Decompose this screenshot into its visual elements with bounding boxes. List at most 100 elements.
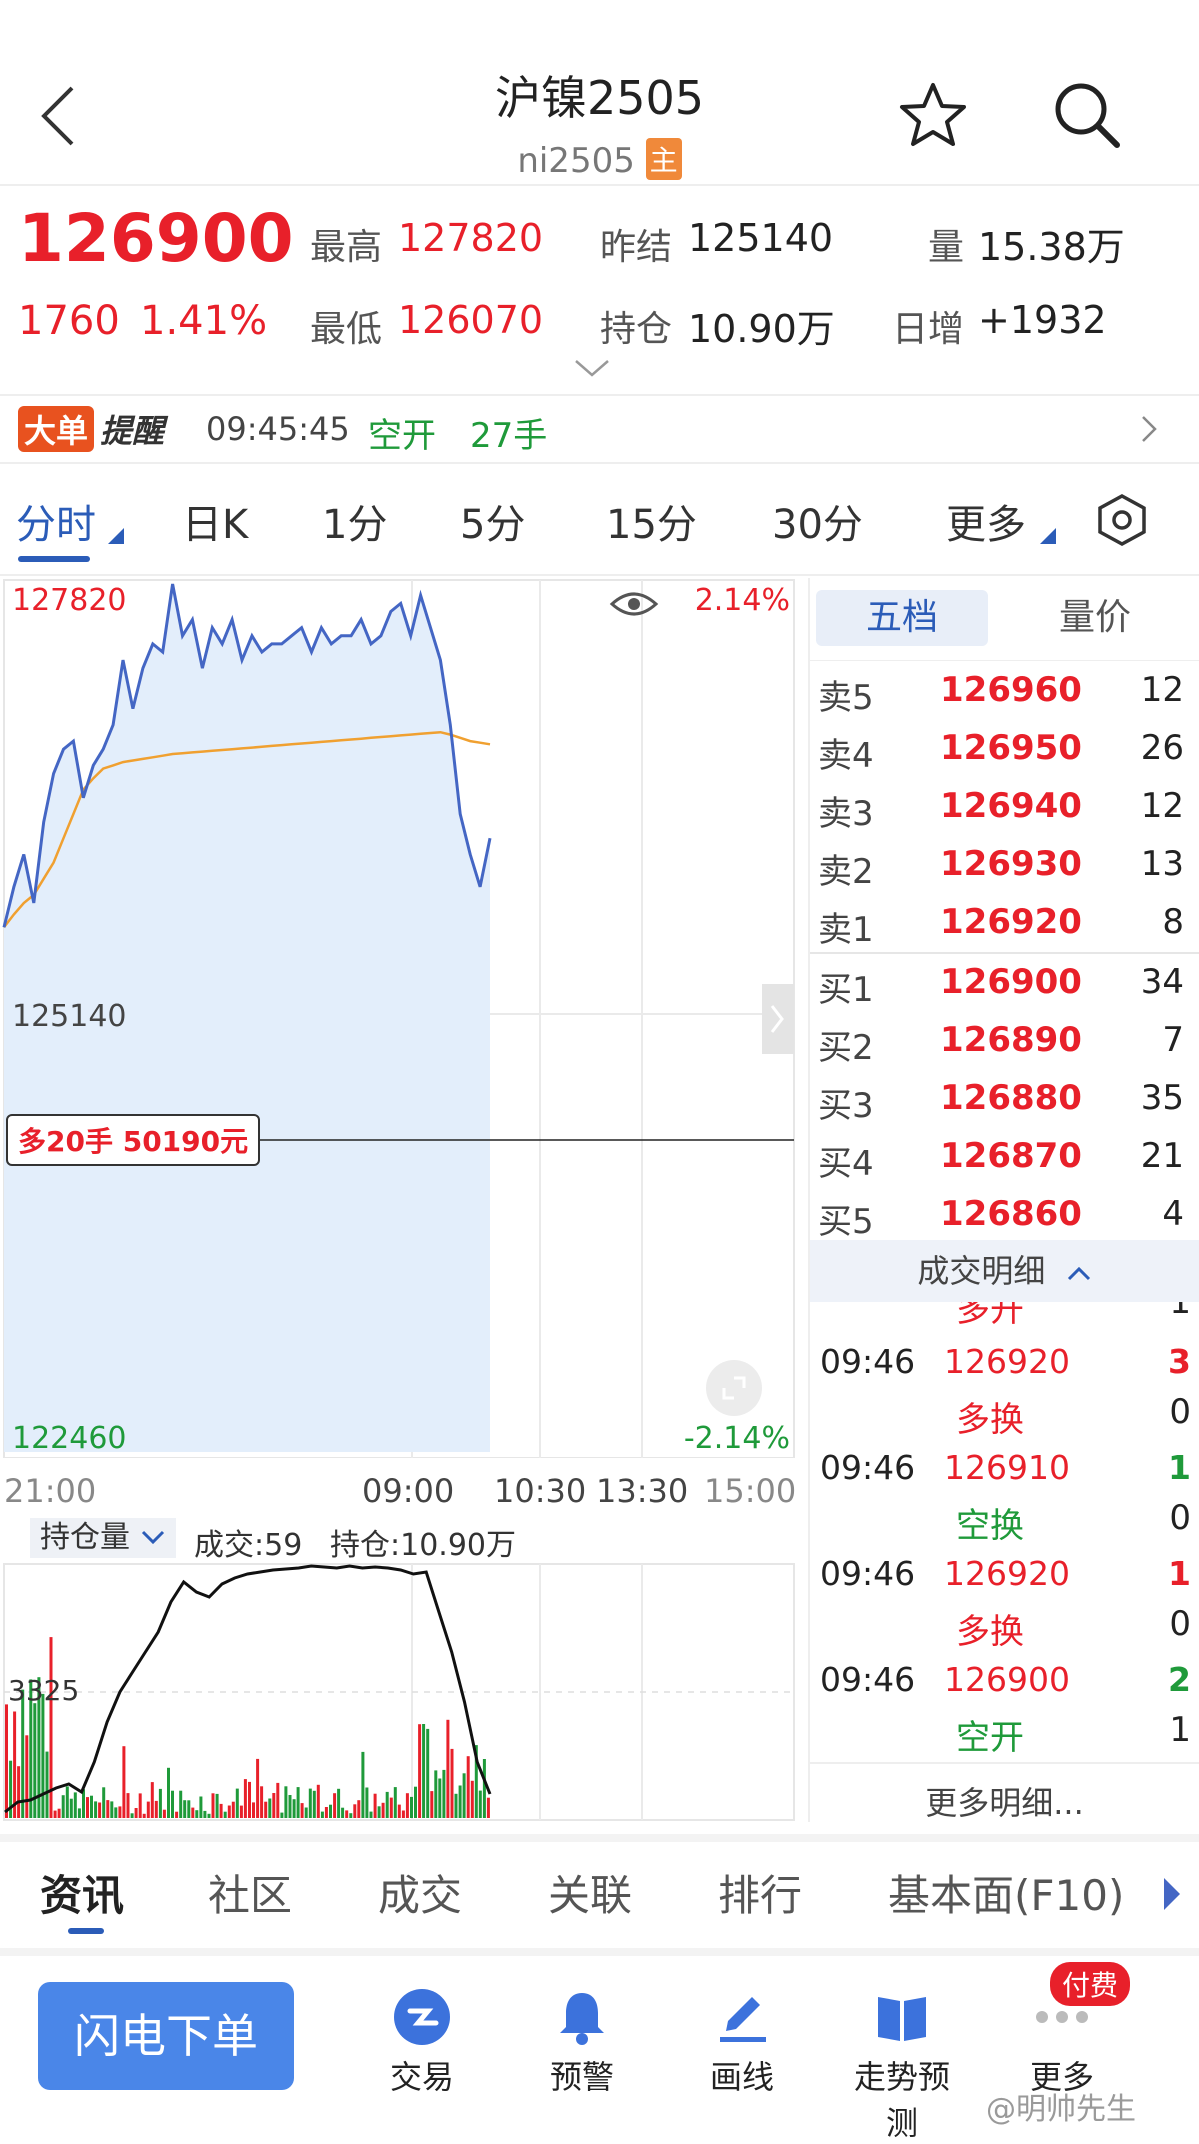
- sub-indicator-selector[interactable]: 持仓量: [30, 1518, 176, 1558]
- tab-news[interactable]: 资讯: [40, 1862, 124, 1923]
- ask-row[interactable]: 卖3 126940 12: [818, 778, 1184, 835]
- tab-fundamentals[interactable]: 基本面(F10): [888, 1862, 1124, 1923]
- volume-bar: [138, 1793, 142, 1818]
- bid-row[interactable]: 买5 126860 4: [818, 1186, 1184, 1243]
- scroll-right-icon[interactable]: [1162, 1876, 1182, 1912]
- fullscreen-icon[interactable]: [706, 1360, 762, 1416]
- volume-bar: [106, 1800, 110, 1818]
- side-expand-handle[interactable]: [762, 984, 794, 1054]
- trade-details-header[interactable]: 成交明细: [810, 1240, 1199, 1302]
- search-icon: [1055, 83, 1120, 148]
- toolbar-draw[interactable]: 画线: [682, 1982, 802, 2098]
- ask-row[interactable]: 卖2 126930 13: [818, 836, 1184, 893]
- volume-bar: [316, 1784, 320, 1818]
- main-contract-badge: 主: [645, 138, 682, 180]
- ask-row[interactable]: 卖4 126950 26: [818, 720, 1184, 777]
- trade-type: 空开: [956, 1718, 1024, 1758]
- contract-code-line: ni2505 主: [0, 138, 1199, 181]
- toolbar-trade[interactable]: 交易: [362, 1982, 482, 2098]
- volume-bar: [223, 1811, 227, 1818]
- volume-bar: [357, 1800, 361, 1818]
- tab-more[interactable]: 更多: [946, 492, 1026, 550]
- trade-change: 1: [1169, 1710, 1191, 1750]
- bid-row[interactable]: 买4 126870 21: [818, 1128, 1184, 1185]
- flash-order-button[interactable]: 闪电下单: [38, 1982, 294, 2090]
- tab-trades[interactable]: 成交: [378, 1862, 462, 1923]
- open-interest-label: 持仓: [600, 309, 673, 350]
- volume-bar: [414, 1786, 417, 1818]
- intraday-price-chart[interactable]: 127820 125140 122460 2.14% -2.14%: [0, 578, 800, 1458]
- bell-icon: [560, 1993, 604, 2045]
- volume-bar: [438, 1778, 442, 1818]
- orderbook-tab-volume-price[interactable]: 量价: [1000, 590, 1190, 646]
- tab-related[interactable]: 关联: [548, 1862, 632, 1923]
- volume-bar: [142, 1813, 146, 1818]
- volume-bar: [114, 1807, 118, 1818]
- tab-daily-k[interactable]: 日K: [182, 492, 248, 550]
- alert-time: 09:45:45: [206, 410, 350, 448]
- volume-bar: [308, 1788, 312, 1818]
- page-title: 沪镍2505: [494, 71, 705, 125]
- bid-row[interactable]: 买1 126900 34: [818, 954, 1184, 1011]
- volume-bar: [162, 1809, 166, 1818]
- favorite-button[interactable]: [898, 80, 968, 154]
- volume-bar: [272, 1793, 276, 1818]
- volume-bar: [187, 1800, 191, 1818]
- toolbar-label: 预警: [549, 2058, 614, 2096]
- volume-bar: [280, 1812, 284, 1818]
- volume-bar: [175, 1811, 179, 1818]
- tab-ranking[interactable]: 排行: [718, 1862, 802, 1923]
- search-button[interactable]: [1052, 80, 1122, 154]
- trade-list[interactable]: 多开 1 09:46 126920 3 多换 0 09:46 126910 1 …: [810, 1302, 1199, 1762]
- tab-1min[interactable]: 1分: [322, 492, 387, 550]
- toolbar-alert[interactable]: 预警: [522, 1982, 642, 2098]
- tab-30min[interactable]: 30分: [772, 492, 863, 550]
- active-tab-indicator: [68, 1928, 104, 1934]
- prev-settle-value: 125140: [688, 216, 834, 260]
- tab-community[interactable]: 社区: [208, 1862, 292, 1923]
- volume-bar: [276, 1782, 280, 1818]
- open-interest-chart[interactable]: 3325: [0, 1562, 800, 1822]
- volume-bar: [33, 1703, 37, 1818]
- tab-15min[interactable]: 15分: [606, 492, 697, 550]
- low-value: 126070: [398, 298, 544, 342]
- volume-bar: [345, 1810, 349, 1818]
- trade-price: 126920: [944, 1342, 1070, 1381]
- trade-time: 09:46: [820, 1448, 916, 1487]
- eye-icon[interactable]: [609, 592, 659, 616]
- position-tag[interactable]: 多20手 50190元: [6, 1114, 261, 1166]
- volume-bar: [418, 1724, 422, 1818]
- last-price: 126900: [18, 200, 294, 277]
- chevron-down-icon: [575, 360, 609, 377]
- alert-badge-text: 提醒: [100, 412, 165, 450]
- alert-qty: 27手: [470, 416, 548, 456]
- volume-bar: [401, 1810, 405, 1818]
- bid-row[interactable]: 买3 126880 35: [818, 1070, 1184, 1127]
- volume-bar: [405, 1793, 409, 1818]
- trade-icon: [394, 1989, 450, 2045]
- volume-bar: [369, 1811, 373, 1818]
- bid-row[interactable]: 买2 126890 7: [818, 1012, 1184, 1069]
- trade-details-title: 成交明细: [917, 1252, 1046, 1290]
- volume-bar: [150, 1782, 154, 1818]
- ask-row[interactable]: 卖1 126920 8: [818, 894, 1184, 951]
- volume-bar: [53, 1810, 57, 1818]
- tab-intraday[interactable]: 分时: [16, 492, 96, 550]
- big-order-alert[interactable]: 大单 提醒 09:45:45 空开 27手: [0, 398, 1199, 460]
- orderbook-tab-five[interactable]: 五档: [816, 590, 988, 646]
- trade-price: 126900: [944, 1660, 1070, 1699]
- ask-row[interactable]: 卖5 126960 12: [818, 662, 1184, 719]
- paid-badge: 付费: [1050, 1962, 1131, 2006]
- high-label: 最高: [310, 227, 383, 268]
- more-trades-link[interactable]: 更多明细...: [810, 1778, 1199, 1824]
- settings-hexagon-icon[interactable]: [1094, 492, 1150, 548]
- tab-5min[interactable]: 5分: [460, 492, 525, 550]
- volume-bar: [86, 1797, 89, 1818]
- volume-bar: [227, 1805, 231, 1818]
- toolbar-forecast[interactable]: 走势预测: [842, 1982, 962, 2144]
- time-axis: 21:00 09:00 10:30 13:30 15:00: [0, 1472, 800, 1512]
- volume-bar: [296, 1787, 300, 1818]
- trade-change: 0: [1169, 1498, 1191, 1538]
- expand-quote-button[interactable]: [574, 358, 610, 382]
- volume-bar: [167, 1767, 170, 1818]
